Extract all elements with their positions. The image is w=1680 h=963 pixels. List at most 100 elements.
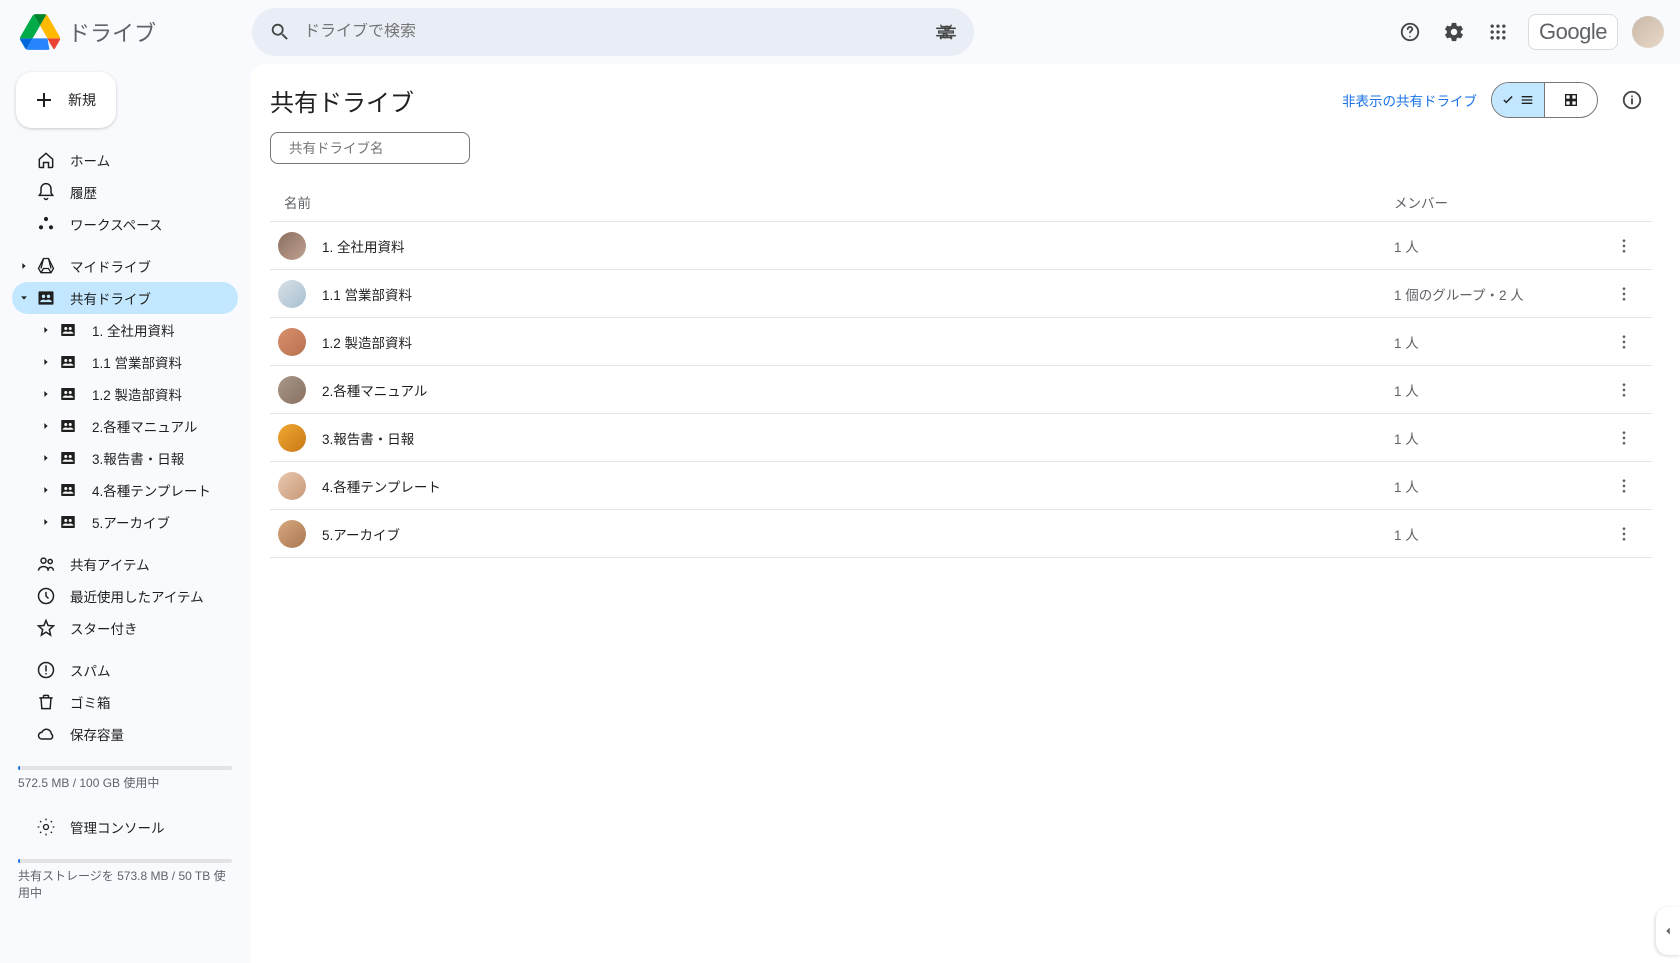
table-row[interactable]: 3.報告書・日報1 人 bbox=[270, 414, 1652, 462]
nav-label: 履歴 bbox=[70, 182, 97, 202]
drive-avatar-icon bbox=[278, 328, 306, 356]
nav-trash[interactable]: ゴミ箱 bbox=[12, 686, 238, 718]
grid-view-button[interactable] bbox=[1545, 83, 1597, 117]
table-header: 名前 メンバー bbox=[270, 182, 1652, 222]
filter-input-wrap[interactable] bbox=[270, 132, 470, 164]
sidebar-sd-item[interactable]: 1. 全社用資料 bbox=[34, 314, 238, 346]
row-more-button[interactable] bbox=[1604, 285, 1644, 303]
check-icon bbox=[1501, 93, 1515, 107]
row-more-button[interactable] bbox=[1604, 237, 1644, 255]
grid-icon bbox=[1563, 92, 1579, 108]
apps-icon[interactable] bbox=[1478, 12, 1518, 52]
nav-spam[interactable]: スパム bbox=[12, 654, 238, 686]
more-vert-icon bbox=[1615, 429, 1633, 447]
plus-icon bbox=[32, 88, 56, 112]
search-bar[interactable] bbox=[252, 8, 974, 56]
search-icon[interactable] bbox=[260, 12, 300, 52]
row-name: 2.各種マニュアル bbox=[322, 380, 1394, 400]
search-options-icon[interactable] bbox=[926, 12, 966, 52]
nav-workspaces[interactable]: ワークスペース bbox=[12, 208, 238, 240]
row-members: 1 人 bbox=[1394, 236, 1604, 256]
nav-label: 1. 全社用資料 bbox=[92, 320, 175, 340]
nav-admin[interactable]: 管理コンソール bbox=[12, 811, 238, 843]
info-button[interactable] bbox=[1612, 80, 1652, 120]
row-name: 4.各種テンプレート bbox=[322, 476, 1394, 496]
chevron-right-icon[interactable] bbox=[40, 420, 52, 432]
sidebar-sd-item[interactable]: 1.2 製造部資料 bbox=[34, 378, 238, 410]
row-name: 3.報告書・日報 bbox=[322, 428, 1394, 448]
row-more-button[interactable] bbox=[1604, 525, 1644, 543]
nav-label: 保存容量 bbox=[70, 724, 124, 744]
more-vert-icon bbox=[1615, 477, 1633, 495]
shared-drive-icon bbox=[58, 416, 78, 436]
nav-mydrive[interactable]: マイドライブ bbox=[12, 250, 238, 282]
more-vert-icon bbox=[1615, 333, 1633, 351]
chevron-right-icon[interactable] bbox=[40, 484, 52, 496]
table-row[interactable]: 5.アーカイブ1 人 bbox=[270, 510, 1652, 558]
table-row[interactable]: 1. 全社用資料1 人 bbox=[270, 222, 1652, 270]
row-more-button[interactable] bbox=[1604, 429, 1644, 447]
nav-label: 共有アイテム bbox=[70, 554, 150, 574]
list-view-button[interactable] bbox=[1492, 83, 1544, 117]
row-name: 1. 全社用資料 bbox=[322, 236, 1394, 256]
chevron-right-icon[interactable] bbox=[18, 260, 30, 272]
nav-label: 管理コンソール bbox=[70, 817, 165, 837]
nav-starred[interactable]: スター付き bbox=[12, 612, 238, 644]
trash-icon bbox=[36, 692, 56, 712]
app-name: ドライブ bbox=[68, 16, 156, 48]
nav-label: 1.1 営業部資料 bbox=[92, 352, 182, 372]
info-icon bbox=[1621, 89, 1643, 111]
table-row[interactable]: 4.各種テンプレート1 人 bbox=[270, 462, 1652, 510]
nav-label: スパム bbox=[70, 660, 111, 680]
shared-drive-icon bbox=[58, 320, 78, 340]
help-icon[interactable] bbox=[1390, 12, 1430, 52]
nav-label: ワークスペース bbox=[70, 214, 162, 234]
chevron-right-icon[interactable] bbox=[40, 324, 52, 336]
search-input[interactable] bbox=[300, 23, 926, 41]
account-avatar[interactable] bbox=[1632, 16, 1664, 48]
drive-logo-icon bbox=[20, 12, 60, 52]
drive-avatar-icon bbox=[278, 376, 306, 404]
main-content: 共有ドライブ 非表示の共有ドライブ 名前 メンバー 1. 全社用資料1 人1.1… bbox=[250, 64, 1680, 963]
chevron-right-icon[interactable] bbox=[40, 452, 52, 464]
nav-storage[interactable]: 保存容量 bbox=[12, 718, 238, 750]
nav-label: 3.報告書・日報 bbox=[92, 448, 184, 468]
filter-input[interactable] bbox=[289, 141, 466, 156]
more-vert-icon bbox=[1615, 381, 1633, 399]
storage-text: 572.5 MB / 100 GB 使用中 bbox=[12, 774, 238, 791]
sidebar-sd-item[interactable]: 1.1 営業部資料 bbox=[34, 346, 238, 378]
drive-avatar-icon bbox=[278, 472, 306, 500]
settings-icon[interactable] bbox=[1434, 12, 1474, 52]
shared-drive-icon bbox=[58, 480, 78, 500]
drive-avatar-icon bbox=[278, 232, 306, 260]
chevron-right-icon[interactable] bbox=[40, 388, 52, 400]
google-logo[interactable]: Google bbox=[1528, 14, 1618, 50]
header-actions: Google bbox=[1390, 12, 1664, 52]
chevron-down-icon[interactable] bbox=[18, 292, 30, 304]
table-row[interactable]: 1.2 製造部資料1 人 bbox=[270, 318, 1652, 366]
nav-home[interactable]: ホーム bbox=[12, 144, 238, 176]
nav-recent[interactable]: 最近使用したアイテム bbox=[12, 580, 238, 612]
sidebar-sd-item[interactable]: 4.各種テンプレート bbox=[34, 474, 238, 506]
row-more-button[interactable] bbox=[1604, 477, 1644, 495]
sidebar-sd-item[interactable]: 5.アーカイブ bbox=[34, 506, 238, 538]
sidebar-sd-item[interactable]: 2.各種マニュアル bbox=[34, 410, 238, 442]
row-more-button[interactable] bbox=[1604, 381, 1644, 399]
chevron-right-icon[interactable] bbox=[40, 516, 52, 528]
logo-area[interactable]: ドライブ bbox=[16, 12, 252, 52]
nav-shareddrives[interactable]: 共有ドライブ bbox=[12, 282, 238, 314]
nav-activity[interactable]: 履歴 bbox=[12, 176, 238, 208]
new-button[interactable]: 新規 bbox=[16, 72, 116, 128]
side-panel-toggle[interactable] bbox=[1656, 907, 1680, 955]
admin-icon bbox=[36, 817, 56, 837]
sidebar: 新規 ホーム 履歴 ワークスペース マイドライブ 共有ドライブ 1. 全社用資料… bbox=[0, 64, 250, 963]
star-icon bbox=[36, 618, 56, 638]
table-row[interactable]: 2.各種マニュアル1 人 bbox=[270, 366, 1652, 414]
sidebar-sd-item[interactable]: 3.報告書・日報 bbox=[34, 442, 238, 474]
chevron-right-icon[interactable] bbox=[40, 356, 52, 368]
nav-shared-with-me[interactable]: 共有アイテム bbox=[12, 548, 238, 580]
table-row[interactable]: 1.1 営業部資料1 個のグループ・2 人 bbox=[270, 270, 1652, 318]
row-more-button[interactable] bbox=[1604, 333, 1644, 351]
col-name-header[interactable]: 名前 bbox=[278, 192, 1394, 212]
hidden-drives-link[interactable]: 非表示の共有ドライブ bbox=[1342, 90, 1477, 110]
